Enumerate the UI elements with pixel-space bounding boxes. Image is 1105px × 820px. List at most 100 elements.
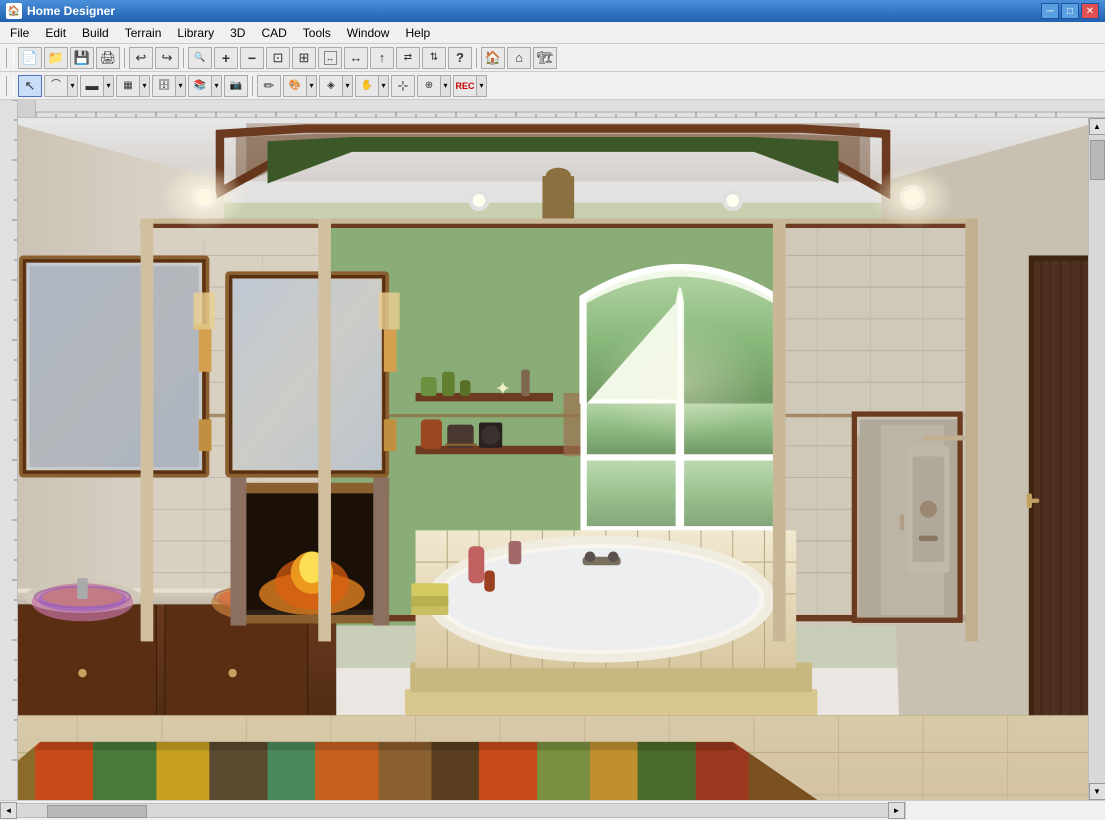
menu-library[interactable]: Library [169, 22, 222, 44]
window-title: Home Designer [27, 4, 115, 18]
room-tool-group: ▦ ▾ [116, 75, 150, 97]
cabinet-tool-group: 🗄 ▾ [152, 75, 186, 97]
save-button[interactable]: 💾 [70, 47, 94, 69]
scroll-track[interactable] [1089, 135, 1105, 783]
arc-dropdown[interactable]: ▾ [68, 75, 78, 97]
scroll-thumb[interactable] [1090, 140, 1105, 180]
connect-dropdown[interactable]: ▾ [441, 75, 451, 97]
titlebar-left: 🏠 Home Designer [6, 3, 115, 19]
record-tool[interactable]: REC [453, 75, 477, 97]
cabinet-tool[interactable]: 🗄 [152, 75, 176, 97]
sep3 [476, 48, 477, 68]
sep2 [183, 48, 184, 68]
texture-tool[interactable]: ◈ [319, 75, 343, 97]
scroll-right-button[interactable]: ► [888, 802, 905, 819]
viewport[interactable]: ✦ [18, 118, 1105, 800]
bathroom-scene: ✦ [18, 118, 1088, 800]
3d-view-button[interactable]: 🏗 [533, 47, 557, 69]
toolbar1-grip [6, 48, 14, 68]
menu-help[interactable]: Help [397, 22, 438, 44]
menu-3d[interactable]: 3D [222, 22, 253, 44]
wall-dropdown[interactable]: ▾ [104, 75, 114, 97]
object-button[interactable]: ⇄ [396, 47, 420, 69]
roof-view-button[interactable]: ⌂ [507, 47, 531, 69]
zoom-all-button[interactable]: ⊞ [292, 47, 316, 69]
house-view-button[interactable]: 🏠 [481, 47, 505, 69]
print-button[interactable]: 🖨 [96, 47, 120, 69]
save-tool-group: 📚 ▾ [188, 75, 222, 97]
connect-tool-group: ⊕ ▾ [417, 75, 451, 97]
menu-window[interactable]: Window [339, 22, 398, 44]
hand-tool-group: ✋ ▾ [355, 75, 389, 97]
undo-button[interactable]: ↩ [129, 47, 153, 69]
object2-button[interactable]: ⇅ [422, 47, 446, 69]
statusbar [905, 801, 1105, 820]
app-icon: 🏠 [6, 3, 22, 19]
paint-tool[interactable]: 🎨 [283, 75, 307, 97]
texture-dropdown[interactable]: ▾ [343, 75, 353, 97]
bottom-scrollbar: ◄ ► [0, 801, 905, 820]
library-tool[interactable]: 📚 [188, 75, 212, 97]
minimize-button[interactable]: ─ [1041, 3, 1059, 19]
pencil-tool[interactable]: ✏ [257, 75, 281, 97]
new-button[interactable]: 📄 [18, 47, 42, 69]
sep4 [252, 76, 253, 96]
zoom-fit-button[interactable]: ⊡ [266, 47, 290, 69]
titlebar: 🏠 Home Designer ─ □ ✕ [0, 0, 1105, 22]
menu-terrain[interactable]: Terrain [117, 22, 170, 44]
scroll-left-button[interactable]: ◄ [0, 802, 17, 819]
menu-build[interactable]: Build [74, 22, 117, 44]
arc-tool[interactable]: ⌒ [44, 75, 68, 97]
move-tool[interactable]: ⊹ [391, 75, 415, 97]
camera-tool[interactable]: 📷 [224, 75, 248, 97]
scroll-down-button[interactable]: ▼ [1089, 783, 1105, 800]
maximize-button[interactable]: □ [1061, 3, 1079, 19]
paint-dropdown[interactable]: ▾ [307, 75, 317, 97]
menu-file[interactable]: File [2, 22, 37, 44]
record-dropdown[interactable]: ▾ [477, 75, 487, 97]
arrow-up-button[interactable]: ↑ [370, 47, 394, 69]
menubar: File Edit Build Terrain Library 3D CAD T… [0, 22, 1105, 44]
record-tool-group: REC ▾ [453, 75, 487, 97]
scroll-up-button[interactable]: ▲ [1089, 118, 1105, 135]
wall-tool[interactable]: ▬ [80, 75, 104, 97]
menu-edit[interactable]: Edit [37, 22, 74, 44]
bottom-bar: ◄ ► [0, 800, 1105, 820]
help-button[interactable]: ? [448, 47, 472, 69]
svg-text:✦: ✦ [495, 379, 511, 400]
orbit-button[interactable]: ↔ [344, 47, 368, 69]
room-tool[interactable]: ▦ [116, 75, 140, 97]
close-button[interactable]: ✕ [1081, 3, 1099, 19]
redo-button[interactable]: ↪ [155, 47, 179, 69]
open-button[interactable]: 📁 [44, 47, 68, 69]
toolbar1: 📄 📁 💾 🖨 ↩ ↪ 🔍 + − ⊡ ⊞ ↔ ↔ ↑ ⇄ ⇅ ? 🏠 ⌂ 🏗 [0, 44, 1105, 72]
menu-cad[interactable]: CAD [253, 22, 294, 44]
hscroll-track[interactable] [17, 803, 888, 818]
main-area: ✦ [0, 100, 1105, 800]
room-render: ✦ [18, 118, 1088, 800]
toolbar2: ↖ ⌒ ▾ ▬ ▾ ▦ ▾ 🗄 ▾ 📚 ▾ 📷 ✏ 🎨 ▾ ◈ ▾ ✋ ▾ ⊹ … [0, 72, 1105, 100]
zoom-in-button[interactable]: + [214, 47, 238, 69]
cabinet-dropdown[interactable]: ▾ [176, 75, 186, 97]
sep1 [124, 48, 125, 68]
wall-tool-group: ▬ ▾ [80, 75, 114, 97]
window-controls: ─ □ ✕ [1041, 3, 1099, 19]
paint-tool-group: 🎨 ▾ [283, 75, 317, 97]
canvas-wrapper: ✦ [18, 100, 1105, 800]
connect-tool[interactable]: ⊕ [417, 75, 441, 97]
menu-tools[interactable]: Tools [295, 22, 339, 44]
arc-tool-group: ⌒ ▾ [44, 75, 78, 97]
left-ruler [0, 100, 18, 800]
room-dropdown[interactable]: ▾ [140, 75, 150, 97]
zoom-real-button[interactable]: 🔍 [188, 47, 212, 69]
hscroll-thumb[interactable] [47, 805, 147, 818]
right-scrollbar: ▲ ▼ [1088, 118, 1105, 800]
zoom-select-button[interactable]: ↔ [318, 47, 342, 69]
library-dropdown[interactable]: ▾ [212, 75, 222, 97]
texture-tool-group: ◈ ▾ [319, 75, 353, 97]
hand-tool[interactable]: ✋ [355, 75, 379, 97]
top-ruler [18, 100, 1105, 118]
hand-dropdown[interactable]: ▾ [379, 75, 389, 97]
zoom-out-button[interactable]: − [240, 47, 264, 69]
select-tool[interactable]: ↖ [18, 75, 42, 97]
